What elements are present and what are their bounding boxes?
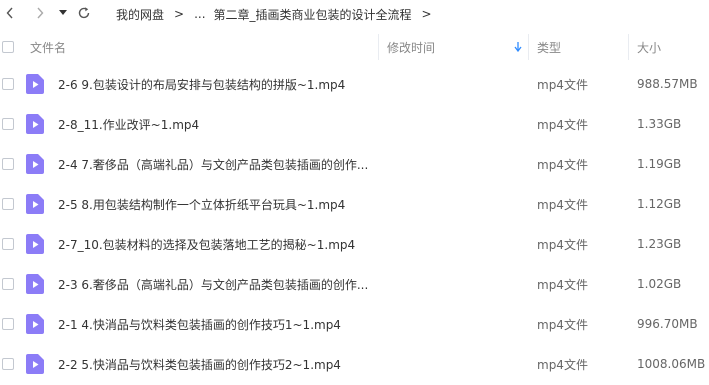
file-type: mp4文件: [537, 277, 588, 292]
refresh-button[interactable]: [76, 4, 92, 22]
file-row[interactable]: 2-7_10.包装材料的选择及包装落地工艺的揭秘~1.mp4 mp4文件 1.2…: [0, 224, 709, 264]
breadcrumb-root[interactable]: 我的网盘: [116, 6, 164, 23]
chevron-right-icon: [37, 7, 44, 19]
file-size: 1008.06MB: [637, 357, 706, 371]
file-size: 988.57MB: [637, 77, 698, 91]
file-type: mp4文件: [537, 357, 588, 372]
column-header-size[interactable]: 大小: [637, 32, 661, 62]
toolbar: 我的网盘 > ... 第二章_插画类商业包装的设计全流程 >: [0, 0, 709, 28]
file-name[interactable]: 2-3 6.奢侈品（高端礼品）与文创产品类包装插画的创作...: [58, 264, 368, 304]
file-type: mp4文件: [537, 237, 588, 252]
file-size: 1.02GB: [637, 277, 682, 291]
breadcrumb-separator: >: [174, 7, 185, 21]
row-checkbox[interactable]: [2, 78, 14, 90]
column-header-name[interactable]: 文件名: [30, 32, 66, 62]
file-size: 1.19GB: [637, 157, 682, 171]
column-divider[interactable]: [528, 34, 529, 60]
row-checkbox[interactable]: [2, 118, 14, 130]
file-row[interactable]: 2-8_11.作业改评~1.mp4 mp4文件 1.33GB: [0, 104, 709, 144]
file-type: mp4文件: [537, 157, 588, 172]
file-name[interactable]: 2-4 7.奢侈品（高端礼品）与文创产品类包装插画的创作...: [58, 144, 368, 184]
file-row[interactable]: 2-5 8.用包装结构制作一个立体折纸平台玩具~1.mp4 mp4文件 1.12…: [0, 184, 709, 224]
file-name[interactable]: 2-2 5.快消品与饮料类包装插画的创作技巧2~1.mp4: [58, 344, 341, 384]
file-type: mp4文件: [537, 77, 588, 92]
file-name[interactable]: 2-7_10.包装材料的选择及包装落地工艺的揭秘~1.mp4: [58, 224, 355, 264]
file-row[interactable]: 2-3 6.奢侈品（高端礼品）与文创产品类包装插画的创作... mp4文件 1.…: [0, 264, 709, 304]
select-all-checkbox[interactable]: [2, 32, 14, 62]
forward-button[interactable]: [32, 4, 48, 22]
video-file-icon: [26, 114, 44, 134]
file-row[interactable]: 2-6 9.包装设计的布局安排与包装结构的拼版~1.mp4 mp4文件 988.…: [0, 64, 709, 104]
video-file-icon: [26, 354, 44, 374]
file-type: mp4文件: [537, 117, 588, 132]
file-size: 996.70MB: [637, 317, 698, 331]
back-button[interactable]: [2, 4, 18, 22]
file-type: mp4文件: [537, 317, 588, 332]
row-checkbox[interactable]: [2, 158, 14, 170]
row-checkbox[interactable]: [2, 238, 14, 250]
column-header-modified[interactable]: 修改时间: [387, 32, 435, 62]
file-size: 1.23GB: [637, 237, 682, 251]
video-file-icon: [26, 194, 44, 214]
file-row[interactable]: 2-1 4.快消品与饮料类包装插画的创作技巧1~1.mp4 mp4文件 996.…: [0, 304, 709, 344]
column-divider[interactable]: [378, 34, 379, 60]
row-checkbox[interactable]: [2, 318, 14, 330]
breadcrumb: 我的网盘 > ... 第二章_插画类商业包装的设计全流程 >: [116, 5, 442, 23]
file-list-header: 文件名 修改时间 类型 大小: [0, 32, 709, 62]
video-file-icon: [26, 234, 44, 254]
sort-desc-icon[interactable]: [514, 32, 522, 62]
video-file-icon: [26, 274, 44, 294]
file-row[interactable]: 2-2 5.快消品与饮料类包装插画的创作技巧2~1.mp4 mp4文件 1008…: [0, 344, 709, 384]
video-file-icon: [26, 154, 44, 174]
row-checkbox[interactable]: [2, 358, 14, 370]
file-type: mp4文件: [537, 197, 588, 212]
video-file-icon: [26, 74, 44, 94]
column-header-type[interactable]: 类型: [537, 32, 561, 62]
row-checkbox[interactable]: [2, 198, 14, 210]
file-row[interactable]: 2-4 7.奢侈品（高端礼品）与文创产品类包装插画的创作... mp4文件 1.…: [0, 144, 709, 184]
breadcrumb-current[interactable]: 第二章_插画类商业包装的设计全流程: [214, 6, 412, 23]
file-name[interactable]: 2-8_11.作业改评~1.mp4: [58, 104, 199, 144]
sort-arrow-down-icon: [514, 42, 522, 52]
breadcrumb-separator: >: [421, 7, 432, 21]
file-size: 1.33GB: [637, 117, 682, 131]
history-dropdown-button[interactable]: [56, 4, 70, 22]
refresh-icon: [78, 7, 90, 19]
file-name[interactable]: 2-1 4.快消品与饮料类包装插画的创作技巧1~1.mp4: [58, 304, 341, 344]
column-divider[interactable]: [628, 34, 629, 60]
caret-down-icon: [59, 10, 67, 15]
video-file-icon: [26, 314, 44, 334]
chevron-left-icon: [6, 7, 13, 19]
row-checkbox[interactable]: [2, 278, 14, 290]
file-size: 1.12GB: [637, 197, 682, 211]
file-name[interactable]: 2-6 9.包装设计的布局安排与包装结构的拼版~1.mp4: [58, 64, 345, 104]
checkbox[interactable]: [2, 41, 14, 53]
breadcrumb-ellipsis[interactable]: ...: [194, 7, 205, 21]
file-name[interactable]: 2-5 8.用包装结构制作一个立体折纸平台玩具~1.mp4: [58, 184, 345, 224]
